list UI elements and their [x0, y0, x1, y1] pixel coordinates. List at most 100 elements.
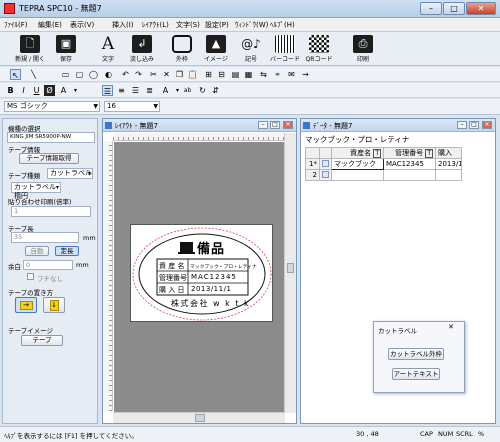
underline-icon[interactable]: U [31, 85, 42, 96]
char-spacing-icon[interactable]: A [160, 85, 171, 96]
row-check[interactable] [319, 169, 332, 181]
paste-icon[interactable]: 📋 [187, 69, 198, 80]
data-minimize-button[interactable]: – [457, 121, 467, 129]
menu-help[interactable]: ﾍﾙﾌﾟ(H) [270, 20, 295, 30]
vertical-text-icon[interactable]: ab [182, 85, 193, 96]
rotate-icon[interactable]: ↻ [197, 85, 208, 96]
cell-date[interactable]: 2013/1 [435, 158, 462, 170]
layout-vertical-scrollbar[interactable] [284, 133, 296, 413]
redo-icon[interactable]: ↷ [133, 69, 144, 80]
tape-subtype-select[interactable]: カットラベル 楕円 ▾ [11, 182, 61, 200]
cell-date[interactable] [435, 169, 462, 181]
column-header-name[interactable]: 資産名 T [331, 147, 384, 159]
rectangle-icon[interactable]: ▭ [60, 69, 71, 80]
auto-length-button[interactable]: 自動 [25, 246, 49, 256]
layout-minimize-button[interactable]: – [258, 121, 268, 129]
layout-hscroll-thumb[interactable] [195, 414, 205, 422]
symbol-button[interactable]: @♪ 記号 [233, 34, 269, 64]
link-icon[interactable]: ⚭ [272, 69, 283, 80]
delete-icon[interactable]: ✕ [161, 69, 172, 80]
menu-file[interactable]: ﾌｧｲﾙ(F) [4, 20, 28, 30]
menu-window[interactable]: ｳｨﾝﾄﾞｳ(W) [235, 20, 268, 30]
align-middle-icon[interactable]: ⊟ [216, 69, 227, 80]
data-close-button[interactable]: ✕ [482, 121, 492, 129]
text-button[interactable]: A 文字 [90, 34, 126, 64]
frame-button[interactable]: 外枠 [164, 34, 200, 64]
no-border-checkbox[interactable] [27, 273, 34, 280]
column-header-code[interactable]: 管理番号 T [383, 147, 436, 159]
tape-info-button[interactable]: テープ情報取得 [19, 153, 79, 164]
cell-name[interactable]: マックブック [331, 158, 384, 170]
italic-icon[interactable]: I [18, 85, 29, 96]
flow-button[interactable]: ↲ 流し込み [124, 34, 160, 64]
close-button[interactable]: ✕ [466, 2, 496, 15]
print-button[interactable]: ⎙ 印刷 [345, 34, 381, 64]
qr-button[interactable]: QRコード [301, 34, 337, 64]
align-left-icon[interactable]: ☰ [102, 85, 113, 96]
select-arrow-icon[interactable]: ↖ [10, 69, 21, 80]
bold-icon[interactable]: B [5, 85, 16, 96]
justify-icon[interactable]: ≣ [144, 85, 155, 96]
layout-close-button[interactable]: ✕ [283, 121, 293, 129]
group-icon[interactable]: ▦ [243, 69, 254, 80]
save-button[interactable]: ▣ 保存 [48, 34, 84, 64]
maximize-button[interactable]: □ [443, 2, 465, 15]
layout-canvas[interactable]: 備品 資 産 名 管理番号 購 入 日 マックブック・プロ・レティナ MAC12… [114, 142, 285, 412]
barcode-button[interactable]: バーコード [267, 34, 303, 64]
menu-text[interactable]: 文字(S) [176, 20, 200, 30]
tape-type-select[interactable]: カットラベル ▾ [47, 168, 93, 179]
align-center-icon[interactable]: ⊞ [203, 69, 214, 80]
menu-layout[interactable]: ﾚｲｱｳﾄ(L) [142, 20, 169, 30]
direction-vertical-button[interactable]: ↓ [43, 297, 65, 313]
cut-label-frame-button[interactable]: カットラベル外枠 [388, 348, 444, 360]
direction-horizontal-button[interactable]: → [15, 297, 37, 313]
popup-close-button[interactable]: ✕ [444, 323, 458, 333]
margin-input[interactable]: 0 [23, 260, 73, 270]
cut-icon[interactable]: ✂ [148, 69, 159, 80]
cell-code[interactable]: MAC12345 [383, 158, 436, 170]
align-center-text-icon[interactable]: ≡ [116, 85, 127, 96]
label-preview[interactable]: 備品 資 産 名 管理番号 購 入 日 マックブック・プロ・レティナ MAC12… [130, 224, 273, 322]
row-check[interactable] [319, 158, 332, 170]
art-text-button[interactable]: アートテキスト [392, 368, 440, 380]
distribute-icon[interactable]: ▤ [230, 69, 241, 80]
column-header-date[interactable]: 購入 [435, 147, 462, 159]
line-icon[interactable]: ╲ [28, 69, 39, 80]
cell-name[interactable] [331, 169, 384, 181]
outline-text-icon[interactable]: Ø [44, 85, 55, 96]
fill-icon[interactable]: ◐ [103, 69, 114, 80]
menu-settings[interactable]: 設定(P) [205, 20, 229, 30]
rounded-rect-icon[interactable]: ▢ [74, 69, 85, 80]
layout-vscroll-thumb[interactable] [287, 263, 294, 273]
new-open-button[interactable]: 🗋 新規 / 開く [12, 34, 48, 64]
cell-code[interactable] [383, 169, 436, 181]
mail-icon[interactable]: ✉ [286, 69, 297, 80]
fixed-length-button[interactable]: 定長 [55, 246, 79, 256]
row-checkbox[interactable] [322, 170, 329, 178]
menu-edit[interactable]: 編集(E) [38, 20, 62, 30]
layout-maximize-button[interactable]: □ [270, 121, 280, 129]
match-print-input[interactable]: 1 [11, 206, 91, 217]
undo-icon[interactable]: ↶ [120, 69, 131, 80]
menu-view[interactable]: 表示(V) [70, 20, 94, 30]
symbol-icon: @♪ [241, 37, 261, 51]
minimize-button[interactable]: – [420, 2, 442, 15]
tape-image-button[interactable]: テープ [21, 335, 63, 346]
text-effect-dropdown-icon[interactable]: ▾ [70, 85, 81, 96]
ellipse-icon[interactable]: ◯ [88, 69, 99, 80]
data-maximize-button[interactable]: □ [469, 121, 479, 129]
align-right-icon[interactable]: ☰ [130, 85, 141, 96]
layout-horizontal-scrollbar[interactable] [113, 412, 285, 423]
arrange-icon[interactable]: ⇆ [258, 69, 269, 80]
font-name-combo[interactable]: MS ゴシック ▼ [4, 101, 100, 112]
tape-length-input[interactable]: 35 [11, 232, 79, 243]
copy-icon[interactable]: ❐ [174, 69, 185, 80]
menu-insert[interactable]: 挿入(I) [112, 20, 134, 30]
flip-icon[interactable]: ⇵ [210, 85, 221, 96]
warp-icon[interactable]: ⇝ [300, 69, 311, 80]
image-button[interactable]: ▲ イメージ [198, 34, 234, 64]
shadow-text-icon[interactable]: A [58, 85, 69, 96]
font-size-combo[interactable]: 16 ▼ [104, 101, 160, 112]
row-checkbox[interactable] [322, 159, 329, 167]
model-select[interactable]: KING JIM SR5900P-NW [7, 132, 95, 143]
